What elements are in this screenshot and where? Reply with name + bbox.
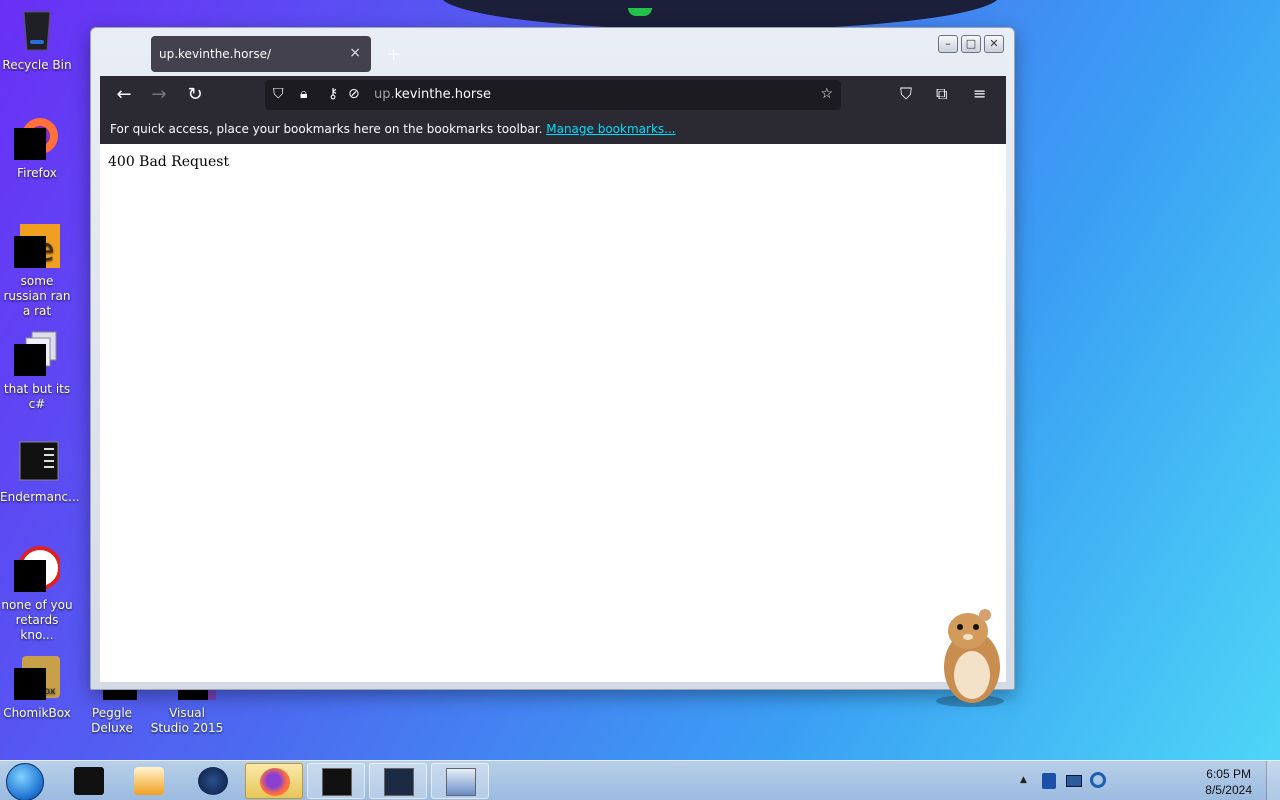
permissions-icon[interactable]: ⚷: [328, 86, 338, 102]
top-dock-notch: [440, 0, 1000, 30]
page-content: 400 Bad Request: [100, 144, 1006, 682]
bookmark-star-icon[interactable]: ☆: [820, 86, 833, 102]
desktop-icon-label: Visual Studio 2015: [150, 706, 224, 735]
system-tray: ▲ 6:05 PM 8/5/2024: [1020, 761, 1280, 800]
desktop-icon-label: that but its c#: [3, 382, 71, 411]
bookmarks-toolbar: For quick access, place your bookmarks h…: [100, 114, 1006, 144]
hamster-pet[interactable]: [930, 605, 1010, 710]
browser-window[interactable]: – □ ✕ up.kevinthe.horse/ × + ← → ↻ ⛉ 🔒︎ …: [90, 27, 1015, 690]
extensions-icon[interactable]: ⧉: [936, 84, 947, 104]
taskbar-app-globe[interactable]: [184, 763, 242, 799]
taskbar-app-media-player[interactable]: [120, 763, 178, 799]
clock-time: 6:05 PM: [1206, 767, 1251, 781]
url-text[interactable]: up.kevinthe.horse: [374, 87, 491, 102]
tray-app-icon[interactable]: [1042, 773, 1056, 789]
desktop-icon-russian-rat[interactable]: e some russian ran a rat: [0, 222, 74, 319]
globe-icon: [198, 767, 228, 795]
reload-button[interactable]: ↻: [184, 84, 206, 106]
back-button[interactable]: ←: [113, 84, 135, 106]
show-desktop-button[interactable]: [1266, 761, 1280, 800]
firefox-icon: [14, 114, 60, 160]
desktop-icon-label: Recycle Bin: [2, 58, 72, 72]
taskbar-app-window-3[interactable]: [431, 763, 489, 799]
media-player-icon: [134, 767, 164, 795]
firefox-taskbar-icon: [260, 768, 290, 796]
desktop-icon-that-but-its-csharp[interactable]: that but its c#: [0, 330, 74, 412]
desktop-icon-firefox[interactable]: Firefox: [0, 114, 74, 181]
shield-icon[interactable]: ⛉: [273, 86, 284, 102]
clock[interactable]: 6:05 PM 8/5/2024: [1205, 766, 1252, 798]
manage-bookmarks-link[interactable]: Manage bookmarks...: [546, 122, 675, 136]
tracking-blocked-icon[interactable]: ⊘: [348, 86, 360, 102]
lock-icon[interactable]: 🔒︎: [300, 86, 307, 102]
desktop-icon-label: none of you retards kno...: [1, 598, 73, 642]
desktop-icon-endermanch[interactable]: Endermanc...: [0, 438, 80, 505]
desktop-icon-none-of-you[interactable]: none of you retards kno...: [0, 546, 74, 643]
desktop-icon-label: Peggle Deluxe: [91, 706, 133, 735]
menu-icon[interactable]: ≡: [973, 84, 986, 103]
tray-expand-icon[interactable]: ▲: [1020, 775, 1027, 785]
taskbar: ▲ 6:05 PM 8/5/2024: [0, 760, 1280, 800]
red-circle-icon: [14, 546, 62, 592]
new-tab-button[interactable]: +: [386, 44, 401, 65]
tab-active[interactable]: up.kevinthe.horse/ ×: [151, 36, 371, 72]
document-icon: [14, 438, 60, 484]
tab-strip: up.kevinthe.horse/ × +: [100, 28, 1006, 76]
error-message: 400 Bad Request: [108, 154, 230, 170]
close-tab-icon[interactable]: ×: [349, 45, 361, 61]
bookmarks-hint: For quick access, place your bookmarks h…: [110, 122, 543, 136]
pocket-icon[interactable]: ⛉: [900, 84, 912, 104]
ie-file-icon: e: [14, 222, 60, 268]
chomikbox-icon: ox: [14, 654, 60, 700]
volume-icon[interactable]: [1090, 772, 1106, 788]
taskbar-app-window-1[interactable]: [307, 763, 365, 799]
desktop-icon-label: some russian ran a rat: [3, 274, 71, 318]
clock-date: 8/5/2024: [1205, 783, 1252, 797]
recycle-bin-icon: [14, 6, 60, 52]
desktop-icon-recycle-bin[interactable]: Recycle Bin: [0, 6, 74, 73]
address-bar[interactable]: ⛉ 🔒︎ ⚷ ⊘ up.kevinthe.horse ☆: [265, 80, 841, 110]
desktop-icon-label: Firefox: [17, 166, 57, 180]
start-button[interactable]: [6, 763, 44, 800]
taskbar-app-firefox[interactable]: [245, 763, 303, 799]
url-domain: kevinthe.horse: [394, 87, 492, 102]
network-icon[interactable]: [1066, 775, 1082, 787]
nav-toolbar: ← → ↻ ⛉ 🔒︎ ⚷ ⊘ up.kevinthe.horse ☆ ⛉ ⧉ ≡: [100, 76, 1006, 114]
forward-button[interactable]: →: [148, 84, 170, 106]
desktop-icon-label: Endermanc...: [0, 490, 80, 504]
tab-title: up.kevinthe.horse/: [159, 47, 272, 61]
taskbar-app-window-2[interactable]: [369, 763, 427, 799]
file-stack-icon: [14, 330, 60, 376]
taskbar-app-black-box[interactable]: [60, 763, 118, 799]
desktop-icon-chomikbox[interactable]: ox ChomikBox: [0, 654, 74, 721]
url-subdomain: up.: [374, 87, 395, 102]
desktop-icon-label: ChomikBox: [3, 706, 71, 720]
